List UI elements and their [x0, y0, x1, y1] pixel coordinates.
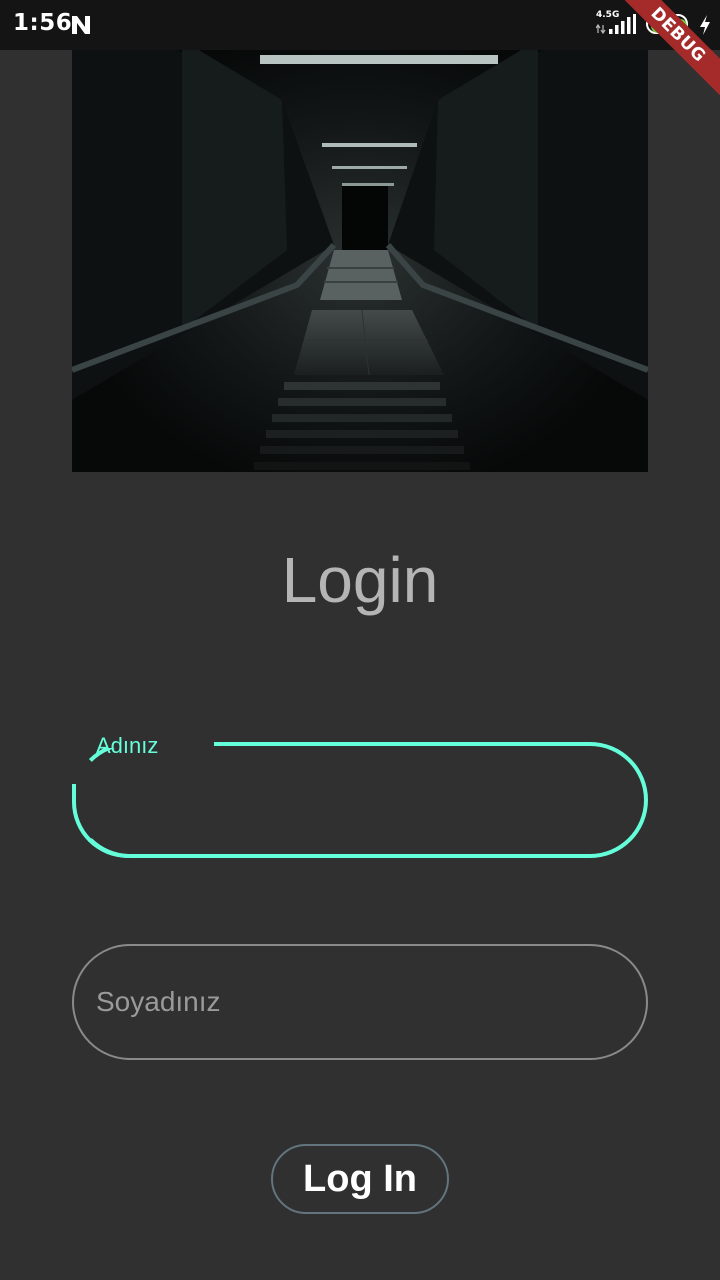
data-arrows-icon [596, 24, 606, 34]
login-screen: 1:56 4.5G 100 DEBUG [0, 0, 720, 1280]
first-name-label: Adınız [96, 733, 159, 758]
status-time: 1:56 [13, 10, 73, 36]
stairway-illustration [72, 0, 648, 472]
notification-n-icon [72, 16, 90, 34]
signal-icon [609, 14, 636, 34]
page-title: Login [281, 544, 439, 616]
dark-stairway-image [72, 0, 648, 472]
login-button[interactable]: Log In [271, 1144, 449, 1214]
status-bar: 1:56 4.5G 100 [0, 0, 720, 50]
first-name-input[interactable] [96, 775, 616, 825]
last-name-input[interactable] [96, 977, 616, 1027]
charging-bolt-icon [700, 15, 710, 35]
